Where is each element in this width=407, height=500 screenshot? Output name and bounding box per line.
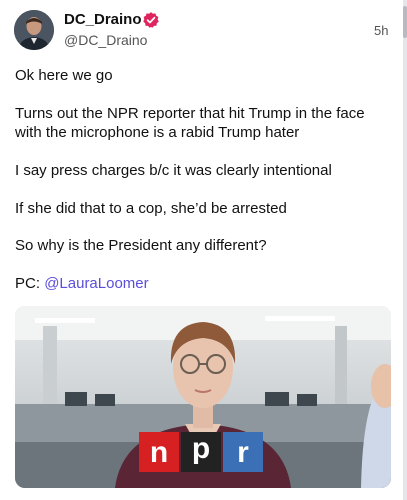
npr-logo-letter-r: r <box>237 436 249 469</box>
newsroom-photo: n p r <box>15 306 391 488</box>
post-text-line: So why is the President any different? <box>15 237 267 254</box>
post-text-line: If she did that to a cop, she’d be arres… <box>15 200 287 217</box>
post-text-line: Turns out the NPR reporter that hit Trum… <box>15 105 365 122</box>
post-text-line: I say press charges b/c it was clearly i… <box>15 162 332 179</box>
post-card: DC_Draino @DC_Draino 5h Ok here we go Tu… <box>0 0 407 500</box>
author-handle[interactable]: @DC_Draino <box>64 32 147 48</box>
npr-logo-letter-n: n <box>150 436 168 469</box>
scrollbar-thumb[interactable] <box>403 6 407 38</box>
post-text-line: with the microphone is a rabid Trump hat… <box>15 124 300 141</box>
post-text-line: Ok here we go <box>15 67 113 84</box>
photo-credit-prefix: PC: <box>15 275 45 292</box>
scrollbar[interactable] <box>403 0 407 500</box>
author-display-name[interactable]: DC_Draino <box>64 11 142 28</box>
verified-badge-icon <box>143 12 159 28</box>
avatar-image <box>14 10 54 50</box>
photo-credit: PC: @LauraLoomer <box>15 274 390 293</box>
npr-logo-letter-p: p <box>192 432 210 465</box>
avatar[interactable] <box>14 10 54 50</box>
post-media-image[interactable]: n p r <box>15 306 391 488</box>
mention-link[interactable]: @LauraLoomer <box>44 275 148 292</box>
post-timestamp[interactable]: 5h <box>374 23 388 38</box>
